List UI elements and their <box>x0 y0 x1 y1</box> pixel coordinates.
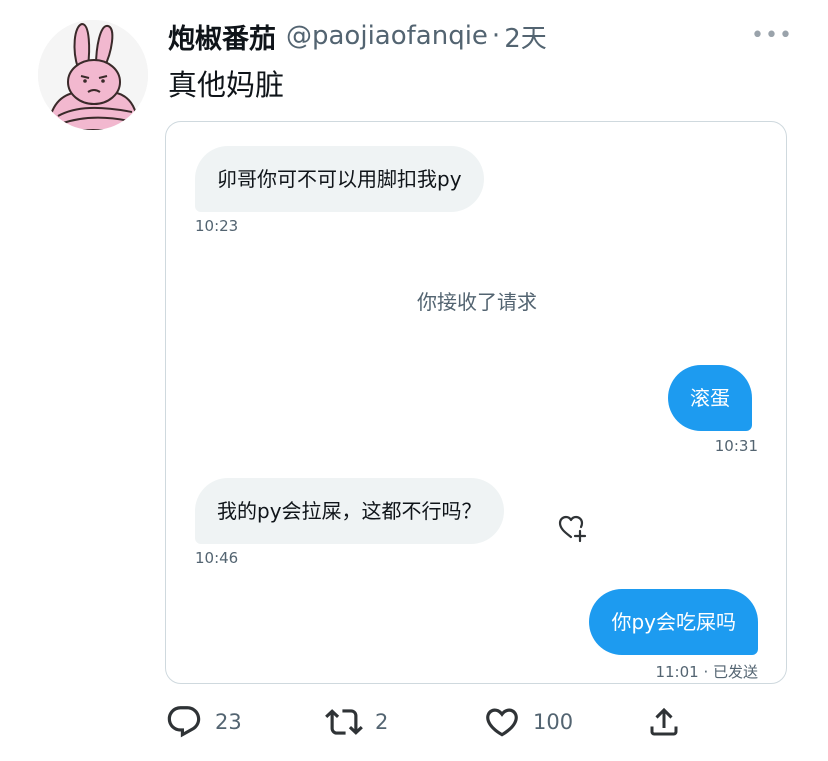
retweet-button[interactable]: 2 <box>325 700 388 744</box>
display-name[interactable]: 炮椒番茄 <box>168 17 276 56</box>
user-handle[interactable]: @paojiaofanqie <box>286 21 488 51</box>
tweet-action-bar: 23 2 100 <box>165 700 685 744</box>
message-text: 卯哥你可不可以用脚扣我py <box>217 167 462 191</box>
tweet-text: 真他妈脏 <box>168 68 285 102</box>
tweet-media-image[interactable]: 卯哥你可不可以用脚扣我py 10:23 你接收了请求 滚蛋 10:31 我的py… <box>165 121 787 684</box>
heart-icon <box>486 708 518 737</box>
tweet-time[interactable]: 2天 <box>504 18 547 55</box>
chat-bubble-incoming: 我的py会拉屎，这都不行吗？ <box>195 478 504 544</box>
message-timestamp: 10:31 <box>714 437 758 455</box>
more-options-icon[interactable]: ••• <box>751 20 792 50</box>
share-icon <box>650 707 678 736</box>
reply-button[interactable]: 23 <box>165 700 242 744</box>
message-text: 滚蛋 <box>690 386 730 410</box>
retweet-count: 2 <box>375 710 389 734</box>
separator-dot: · <box>491 21 501 51</box>
chat-bubble-incoming: 卯哥你可不可以用脚扣我py <box>195 146 484 212</box>
heart-add-icon[interactable] <box>556 511 588 543</box>
tweet-header: 炮椒番茄 @paojiaofanqie · 2天 <box>168 16 547 56</box>
message-text: 你py会吃屎吗 <box>611 610 736 634</box>
message-text: 我的py会拉屎，这都不行吗？ <box>217 499 482 523</box>
reply-count: 23 <box>215 710 242 734</box>
message-timestamp: 10:46 <box>195 549 239 567</box>
message-timestamp: 10:23 <box>195 217 239 235</box>
like-button[interactable]: 100 <box>483 700 573 744</box>
share-button[interactable] <box>646 700 682 744</box>
pink-rabbit-avatar-image <box>38 20 148 130</box>
avatar[interactable] <box>38 20 148 130</box>
chat-bubble-outgoing: 滚蛋 <box>668 365 752 431</box>
message-timestamp: 11:01 · 已发送 <box>655 663 758 681</box>
retweet-icon <box>325 709 363 735</box>
like-count: 100 <box>533 710 574 734</box>
chat-bubble-outgoing: 你py会吃屎吗 <box>589 589 758 655</box>
system-message: 你接收了请求 <box>417 290 537 314</box>
reply-icon <box>167 706 201 738</box>
